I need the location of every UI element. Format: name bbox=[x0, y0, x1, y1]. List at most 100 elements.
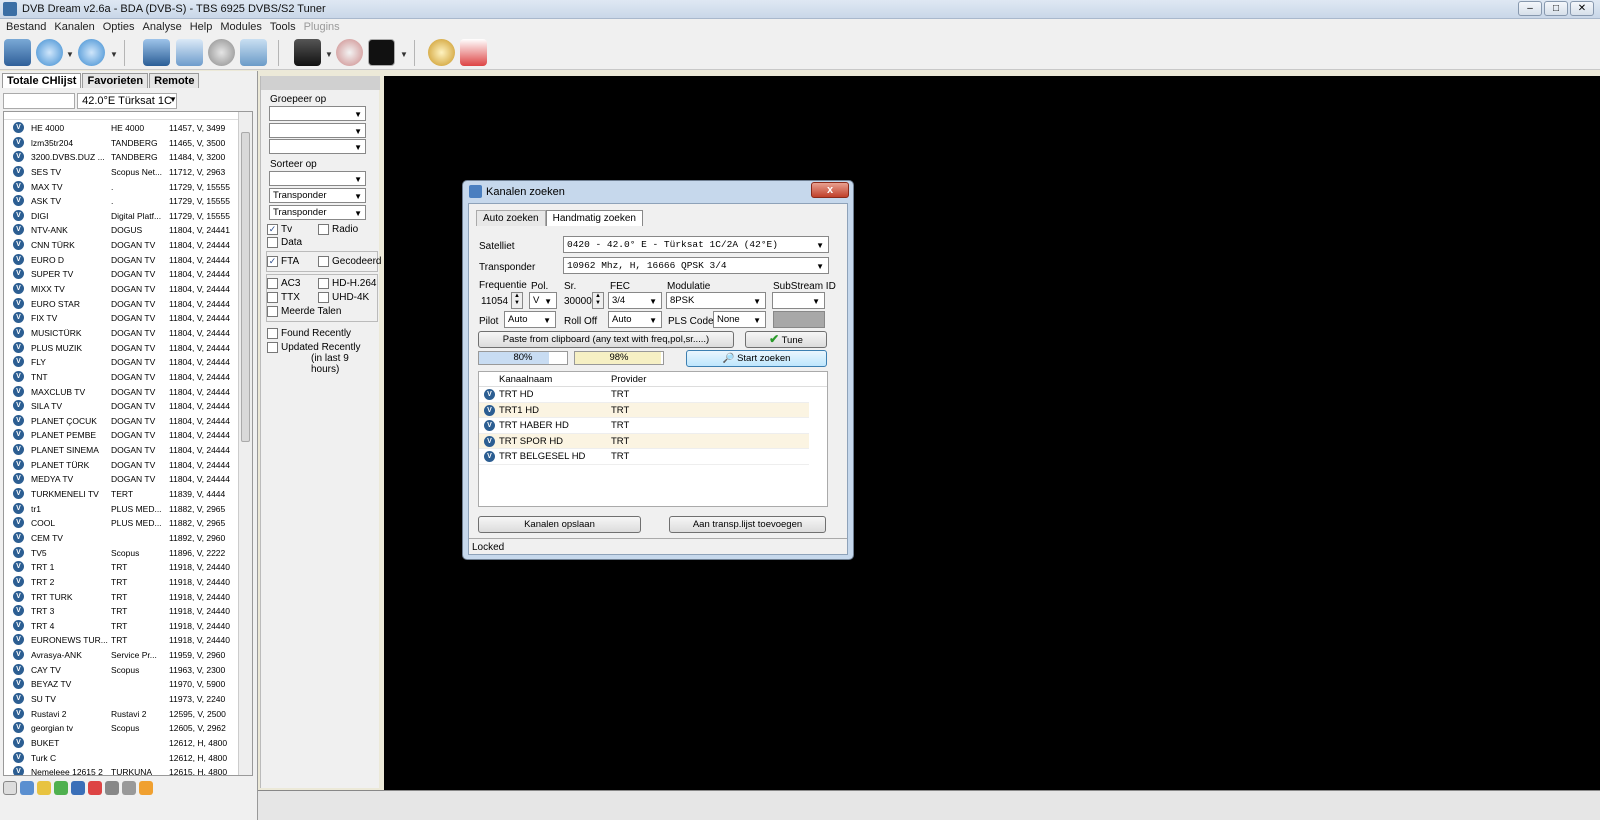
channel-row[interactable]: V TRT 1 TRT 11918, V, 24440 bbox=[4, 559, 252, 574]
channel-row[interactable]: V SILA TV DOGAN TV 11804, V, 24444 bbox=[4, 398, 252, 413]
uhd-checkbox[interactable]: UHD-4K bbox=[318, 292, 369, 303]
chevron-down-icon[interactable]: ▼ bbox=[110, 50, 118, 59]
epg-icon[interactable] bbox=[460, 39, 487, 66]
group-select-2[interactable]: ▼ bbox=[269, 123, 366, 138]
channel-row[interactable]: V PLANET TÜRK DOGAN TV 11804, V, 24444 bbox=[4, 457, 252, 472]
result-row[interactable]: V TRT SPOR HD TRT bbox=[479, 433, 809, 449]
chevron-down-icon[interactable]: ▼ bbox=[66, 50, 74, 59]
green-icon[interactable] bbox=[54, 781, 68, 795]
result-row[interactable]: V TRT BELGESEL HD TRT bbox=[479, 449, 809, 465]
channel-row[interactable]: V SU TV 11973, V, 2240 bbox=[4, 691, 252, 706]
start-search-button[interactable]: 🔎 Start zoeken bbox=[686, 350, 827, 367]
channel-row[interactable]: V PLANET SINEMA DOGAN TV 11804, V, 24444 bbox=[4, 442, 252, 457]
tab-remote[interactable]: Remote bbox=[149, 73, 200, 88]
data-checkbox[interactable]: Data bbox=[267, 237, 302, 248]
back-icon[interactable] bbox=[36, 39, 63, 66]
channel-row[interactable]: V PLANET PEMBE DOGAN TV 11804, V, 24444 bbox=[4, 427, 252, 442]
channel-row[interactable]: V Nemeleee 12615 2 TURKUNA 12615, H, 4800 bbox=[4, 764, 252, 775]
result-row[interactable]: V TRT HABER HD TRT bbox=[479, 418, 809, 434]
channel-row[interactable]: V TURKMENELI TV TERT 11839, V, 4444 bbox=[4, 486, 252, 501]
menu-item-help[interactable]: Help bbox=[188, 19, 219, 36]
channel-row[interactable]: V FLY DOGAN TV 11804, V, 24444 bbox=[4, 354, 252, 369]
channel-filter-input[interactable] bbox=[3, 93, 75, 109]
channel-row[interactable]: V Rustavi 2 Rustavi 2 12595, V, 2500 bbox=[4, 706, 252, 721]
clapperboard-icon[interactable] bbox=[294, 39, 321, 66]
multi-language-checkbox[interactable]: Meerde Talen bbox=[267, 306, 341, 317]
channel-row[interactable]: Vlzm35tr204 TANDBERG 11465, V, 3500 bbox=[4, 135, 252, 150]
channel-list-icon[interactable] bbox=[4, 39, 31, 66]
tv-checkbox[interactable]: ✓ Tv bbox=[267, 224, 292, 235]
group-select-1[interactable]: ▼ bbox=[269, 106, 366, 121]
channel-row[interactable]: V BUKET 12612, H, 4800 bbox=[4, 735, 252, 750]
satellite-select[interactable]: 42.0°E Türksat 1C bbox=[77, 93, 177, 109]
forward-icon[interactable] bbox=[78, 39, 105, 66]
yellow-icon[interactable] bbox=[37, 781, 51, 795]
group-select-3[interactable]: ▼ bbox=[269, 139, 366, 154]
chevron-down-icon[interactable]: ▼ bbox=[400, 50, 408, 59]
channel-row[interactable]: V TRT 4 TRT 11918, V, 24440 bbox=[4, 618, 252, 633]
menu-item-kanalen[interactable]: Kanalen bbox=[52, 19, 100, 36]
scrollbar-thumb[interactable] bbox=[241, 132, 250, 442]
paste-from-clipboard-button[interactable]: Paste from clipboard (any text with freq… bbox=[478, 331, 734, 348]
channel-row[interactable]: V MIXX TV DOGAN TV 11804, V, 24444 bbox=[4, 281, 252, 296]
channel-row[interactable]: V SES TV Scopus Net... 11712, V, 2963 bbox=[4, 164, 252, 179]
channel-row[interactable]: V EURO D DOGAN TV 11804, V, 24444 bbox=[4, 252, 252, 267]
frequency-input[interactable]: 11054 bbox=[481, 296, 508, 307]
channel-row[interactable]: V Turk C 12612, H, 4800 bbox=[4, 750, 252, 765]
found-recently-checkbox[interactable]: Found Recently bbox=[267, 328, 351, 339]
channel-row[interactable]: V TRT TURK TRT 11918, V, 24440 bbox=[4, 589, 252, 604]
sort-select-1[interactable]: ▼ bbox=[269, 171, 366, 186]
gear-icon[interactable] bbox=[208, 39, 235, 66]
channel-row[interactable]: V MAX TV. 11729, V, 15555 bbox=[4, 179, 252, 194]
channel-row[interactable]: V PLUS MUZIK DOGAN TV 11804, V, 24444 bbox=[4, 340, 252, 355]
close-window-button[interactable]: ✕ bbox=[1570, 1, 1594, 16]
symbol-rate-input[interactable]: 30000 bbox=[564, 296, 592, 307]
ac3-checkbox[interactable]: AC3 bbox=[267, 278, 300, 289]
fta-checkbox[interactable]: ✓ FTA bbox=[267, 256, 299, 267]
blue-arrow-icon[interactable] bbox=[20, 781, 34, 795]
channel-row[interactable]: V FIX TV DOGAN TV 11804, V, 24444 bbox=[4, 310, 252, 325]
channel-row[interactable]: Vtr1 PLUS MED... 11882, V, 2965 bbox=[4, 501, 252, 516]
maximize-button[interactable]: □ bbox=[1544, 1, 1568, 16]
channel-row[interactable]: V TNT DOGAN TV 11804, V, 24444 bbox=[4, 369, 252, 384]
polarity-select[interactable]: V ▼ bbox=[529, 292, 557, 309]
add-to-transponder-list-button[interactable]: Aan transp.lijst toevoegen bbox=[669, 516, 826, 533]
record-icon[interactable] bbox=[368, 39, 395, 66]
screen-icon[interactable] bbox=[176, 39, 203, 66]
hd-checkbox[interactable]: HD-H.264 bbox=[318, 278, 376, 289]
satellite-select[interactable]: 0420 - 42.0° E - Türksat 1C/2A (42°E) ▼ bbox=[563, 236, 829, 253]
tools-icon[interactable] bbox=[105, 781, 119, 795]
chevron-down-icon[interactable]: ▼ bbox=[325, 50, 333, 59]
channel-row[interactable]: V 3200.DVBS.DUZ ... TANDBERG 11484, V, 3200 bbox=[4, 149, 252, 164]
channel-row[interactable]: V MUSICTÜRK DOGAN TV 11804, V, 24444 bbox=[4, 325, 252, 340]
red-icon[interactable] bbox=[88, 781, 102, 795]
channel-row[interactable]: V BEYAZ TV 11970, V, 5900 bbox=[4, 676, 252, 691]
tune-button[interactable]: ✔ Tune bbox=[745, 331, 827, 348]
rolloff-select[interactable]: Auto ▼ bbox=[608, 311, 662, 328]
channel-row[interactable]: V CEM TV 11892, V, 2960 bbox=[4, 530, 252, 545]
window-icon[interactable] bbox=[240, 39, 267, 66]
monitor-icon[interactable] bbox=[143, 39, 170, 66]
minimize-button[interactable]: – bbox=[1518, 1, 1542, 16]
tab-handmatig-zoeken[interactable]: Handmatig zoeken bbox=[545, 210, 643, 226]
clock-icon[interactable] bbox=[428, 39, 455, 66]
channel-row[interactable]: V ASK TV. 11729, V, 15555 bbox=[4, 193, 252, 208]
channel-row[interactable]: V MEDYA TV DOGAN TV 11804, V, 24444 bbox=[4, 471, 252, 486]
channel-list-scrollbar[interactable] bbox=[238, 112, 252, 775]
menu-item-tools[interactable]: Tools bbox=[268, 19, 302, 36]
save-channels-button[interactable]: Kanalen opslaan bbox=[478, 516, 641, 533]
channel-row[interactable]: V TRT 2 TRT 11918, V, 24440 bbox=[4, 574, 252, 589]
sort-select-2[interactable]: Transponder ▼ bbox=[269, 188, 366, 203]
channel-row[interactable]: Vgeorgian tv Scopus 12605, V, 2962 bbox=[4, 720, 252, 735]
column-header-kanaalnaam[interactable]: Kanaalnaam bbox=[499, 374, 552, 385]
channel-row[interactable]: V TV5 Scopus 11896, V, 2222 bbox=[4, 545, 252, 560]
column-header-provider[interactable]: Provider bbox=[611, 374, 646, 385]
channel-row[interactable]: V COOL PLUS MED... 11882, V, 2965 bbox=[4, 515, 252, 530]
minus-icon[interactable] bbox=[3, 781, 17, 795]
channel-row[interactable]: V PLANET ÇOCUK DOGAN TV 11804, V, 24444 bbox=[4, 413, 252, 428]
dialog-close-button[interactable]: x bbox=[811, 182, 849, 198]
pin-icon[interactable] bbox=[122, 781, 136, 795]
channel-row[interactable]: V EURONEWS TUR... TRT 11918, V, 24440 bbox=[4, 632, 252, 647]
menu-item-analyse[interactable]: Analyse bbox=[141, 19, 188, 36]
symbol-rate-stepper[interactable]: ▲ ▼ bbox=[592, 292, 604, 309]
